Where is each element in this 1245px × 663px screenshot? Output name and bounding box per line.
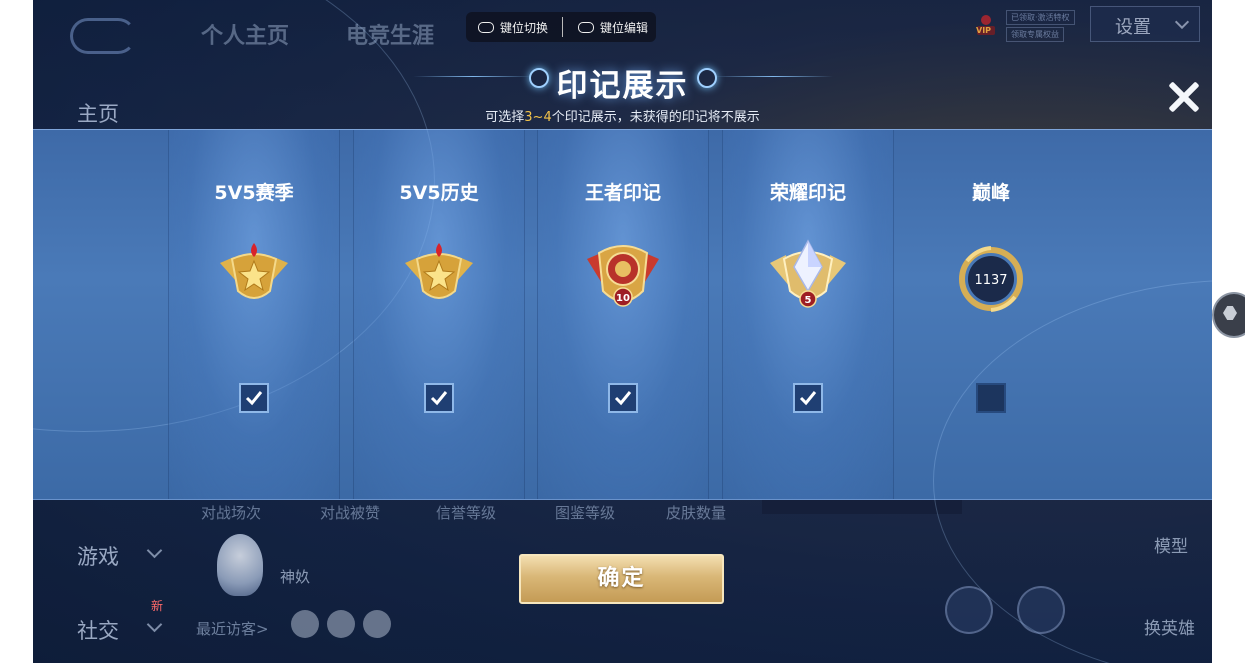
mark-checkbox[interactable] <box>976 383 1006 413</box>
mark-card[interactable]: 巅峰 1137 <box>906 130 1076 499</box>
side-handle-icon[interactable] <box>1212 292 1245 338</box>
mark-label: 5V5赛季 <box>214 182 294 204</box>
vip-status-line2[interactable]: 领取专属权益 <box>1006 27 1064 42</box>
nav-social-label: 社交 <box>77 619 119 643</box>
mark-card[interactable]: 荣耀印记 5 <box>722 130 894 499</box>
visitor-avatar[interactable] <box>363 610 391 638</box>
subtitle-suffix: 个印记展示，未获得的印记将不展示 <box>551 110 760 125</box>
mark-checkbox[interactable] <box>239 383 269 413</box>
checkmark-icon <box>614 391 632 406</box>
stat-likes: 对战被赞 <box>320 504 381 522</box>
mascot-avatar[interactable] <box>217 534 263 596</box>
nav-game[interactable]: 游戏 <box>77 541 163 571</box>
checkmark-icon <box>245 391 263 406</box>
mark-card[interactable]: 5V5赛季 <box>168 130 340 499</box>
gamepad-icon <box>578 22 594 33</box>
toolbar-divider <box>562 17 563 37</box>
vip-status-line1[interactable]: 已领取·激活特权 <box>1006 10 1075 25</box>
marks-panel: 5V5赛季 5V5历史 王者印记 10 荣耀印记 5 巅峰 1137 <box>33 0 1212 663</box>
mark-checkbox[interactable] <box>424 383 454 413</box>
mark-label: 王者印记 <box>584 182 661 204</box>
peak-ring-icon: 1137 <box>959 246 1023 312</box>
mark-card[interactable]: 王者印记 10 <box>537 130 709 499</box>
visitor-avatar[interactable] <box>291 610 319 638</box>
stat-collection: 图鉴等级 <box>555 504 616 522</box>
mark-checkbox[interactable] <box>608 383 638 413</box>
stat-credit: 信誉等级 <box>436 504 497 522</box>
mark-card[interactable]: 5V5历史 <box>353 130 525 499</box>
mark-level: 5 <box>805 295 812 306</box>
mascot-name: 神奺 <box>280 568 311 586</box>
visitor-avatar[interactable] <box>327 610 355 638</box>
chevron-down-icon <box>1174 14 1190 30</box>
close-icon[interactable] <box>1167 80 1201 114</box>
mark-label: 荣耀印记 <box>769 182 846 204</box>
new-badge: 新 <box>151 599 164 613</box>
glory-crystal-emblem-icon: 5 <box>770 239 846 308</box>
game-screen: 个人主页 电竞生涯 主页 游戏 社交 新 VIP 已领取·激活特权 领取专属权益… <box>33 0 1212 663</box>
confirm-button[interactable]: 确定 <box>519 554 724 604</box>
peak-score: 1137 <box>974 273 1007 288</box>
stat-battles: 对战场次 <box>201 504 262 522</box>
subtitle-prefix: 可选择 <box>485 110 525 125</box>
key-switch-label: 键位切换 <box>500 21 549 35</box>
key-switch-button[interactable]: 键位切换 <box>478 19 548 36</box>
mark-label: 巅峰 <box>971 182 1010 204</box>
gamepad-icon <box>478 22 494 33</box>
mark-level: 10 <box>616 293 630 304</box>
gold-star-crest-icon <box>220 243 288 299</box>
settings-dropdown[interactable]: 设置 <box>1090 6 1200 42</box>
nav-social[interactable]: 社交 <box>77 615 163 645</box>
recent-visitors-link[interactable]: 最近访客> <box>196 618 269 639</box>
checkmark-icon <box>430 391 448 406</box>
key-toolbar: 键位切换 键位编辑 <box>466 12 656 42</box>
gold-star-crest-icon <box>405 243 473 299</box>
signature-field[interactable] <box>762 500 962 514</box>
key-edit-button[interactable]: 键位编辑 <box>578 19 648 36</box>
stat-skins: 皮肤数量 <box>666 504 727 522</box>
vip-label: VIP <box>976 26 992 35</box>
mark-checkbox[interactable] <box>793 383 823 413</box>
king-emblem-icon: 10 <box>587 245 659 307</box>
key-edit-label: 键位编辑 <box>600 21 649 35</box>
mark-label: 5V5历史 <box>399 182 479 204</box>
nav-game-label: 游戏 <box>77 545 119 569</box>
checkmark-icon <box>799 391 817 406</box>
subtitle-highlight: 3~4 <box>524 110 552 125</box>
settings-label: 设置 <box>1115 17 1151 38</box>
